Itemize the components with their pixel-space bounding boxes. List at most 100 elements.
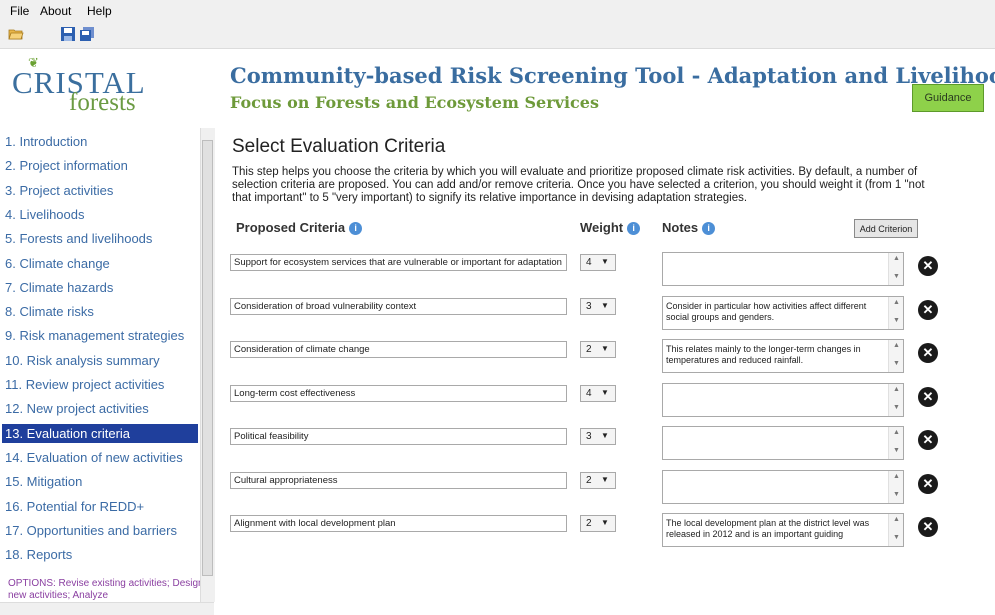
app-header: ❦ CRISTAL forests Community-based Risk S… [0, 49, 995, 119]
sidebar-item[interactable]: 8. Climate risks [2, 302, 198, 321]
sidebar-item[interactable]: 16. Potential for REDD+ [2, 497, 198, 516]
notes-text: Consider in particular how activities af… [666, 300, 867, 322]
sidebar-item[interactable]: 5. Forests and livelihoods [2, 229, 198, 248]
notes-textarea[interactable]: Consider in particular how activities af… [662, 295, 904, 330]
toolbar [0, 22, 995, 49]
criterion-input[interactable]: Long-term cost effectiveness [230, 384, 567, 402]
sidebar-item[interactable]: 4. Livelihoods [2, 205, 198, 224]
notes-textarea[interactable]: ▲ ▼ [662, 469, 904, 504]
weight-label: Weight [580, 220, 624, 235]
scroll-down-icon[interactable]: ▼ [893, 273, 900, 280]
weight-value: 3 [586, 300, 592, 312]
sidebar-horizontal-scrollbar[interactable] [0, 602, 214, 615]
menu-about[interactable]: About [40, 4, 71, 18]
sidebar-item[interactable]: 6. Climate change [2, 254, 198, 273]
sidebar-item[interactable]: 3. Project activities [2, 181, 198, 200]
sidebar-item[interactable]: 9. Risk management strategies [2, 326, 198, 345]
notes-textarea[interactable]: ▲ ▼ [662, 382, 904, 417]
notes-scrollbar[interactable]: ▲ ▼ [888, 340, 903, 372]
weight-select[interactable]: 2 ▼ [580, 515, 616, 532]
criterion-input[interactable]: Alignment with local development plan [230, 515, 567, 532]
dropdown-arrow-icon: ▼ [601, 344, 609, 353]
info-icon[interactable]: i [702, 222, 716, 236]
notes-textarea[interactable]: The local development plan at the distri… [662, 513, 904, 547]
sidebar-item[interactable]: 17. Opportunities and barriers [2, 521, 198, 540]
notes-textarea[interactable]: ▲ ▼ [662, 252, 904, 286]
save-all-icon[interactable] [79, 26, 95, 42]
sidebar-item[interactable]: 11. Review project activities [2, 375, 198, 394]
weight-select[interactable]: 3 ▼ [580, 428, 616, 445]
dropdown-arrow-icon: ▼ [601, 474, 609, 484]
sidebar-item[interactable]: 7. Climate hazards [2, 278, 198, 297]
scroll-down-icon[interactable]: ▼ [893, 534, 900, 541]
scroll-up-icon[interactable]: ▲ [893, 516, 900, 523]
add-criterion-button[interactable]: Add Criterion [854, 219, 918, 238]
scroll-up-icon[interactable]: ▲ [893, 429, 900, 436]
folder-open-icon[interactable] [8, 26, 24, 42]
sidebar-item[interactable]: 15. Mitigation [2, 472, 198, 491]
criterion-input[interactable]: Support for ecosystem services that are … [230, 254, 567, 271]
notes-scrollbar[interactable]: ▲ ▼ [888, 253, 903, 285]
remove-criterion-icon[interactable]: ✕ [918, 386, 938, 407]
weight-select[interactable]: 2 ▼ [580, 471, 616, 489]
remove-criterion-icon[interactable]: ✕ [918, 299, 938, 320]
info-icon[interactable]: i [627, 222, 641, 236]
notes-scrollbar[interactable]: ▲ ▼ [888, 427, 903, 459]
scroll-down-icon[interactable]: ▼ [893, 491, 900, 498]
scroll-down-icon[interactable]: ▼ [893, 404, 900, 411]
notes-textarea[interactable]: This relates mainly to the longer-term c… [662, 339, 904, 373]
options-text: OPTIONS: Revise existing activities; Des… [8, 578, 204, 601]
sidebar-vertical-scrollbar[interactable] [200, 128, 215, 602]
sidebar-item[interactable]: 14. Evaluation of new activities [2, 448, 198, 467]
remove-criterion-icon[interactable]: ✕ [918, 256, 938, 276]
sidebar-item[interactable]: 2. Project information [2, 156, 198, 175]
remove-criterion-icon[interactable]: ✕ [918, 517, 938, 537]
proposed-criteria-header: Proposed Criteria i [236, 220, 363, 236]
info-icon[interactable]: i [349, 222, 363, 236]
remove-criterion-icon[interactable]: ✕ [918, 473, 938, 494]
criterion-input[interactable]: Consideration of climate change [230, 341, 567, 358]
sidebar-item[interactable]: 12. New project activities [2, 399, 198, 418]
scroll-up-icon[interactable]: ▲ [893, 255, 900, 262]
page-title: Select Evaluation Criteria [232, 136, 446, 157]
criterion-row: Consideration of climate change 2 ▼ This re… [230, 339, 990, 377]
notes-scrollbar[interactable]: ▲ ▼ [888, 514, 903, 546]
weight-header: Weight i [580, 220, 641, 236]
weight-value: 2 [586, 474, 592, 486]
guidance-button[interactable]: Guidance [912, 84, 984, 112]
save-icon[interactable] [60, 26, 76, 42]
scroll-down-icon[interactable]: ▼ [893, 360, 900, 367]
weight-select[interactable]: 4 ▼ [580, 384, 616, 402]
weight-select[interactable]: 3 ▼ [580, 297, 616, 315]
remove-criterion-icon[interactable]: ✕ [918, 430, 938, 450]
sidebar-item[interactable]: 10. Risk analysis summary [2, 351, 198, 370]
notes-scrollbar[interactable]: ▲ ▼ [888, 296, 903, 329]
sidebar-item[interactable]: 13. Evaluation criteria [2, 423, 198, 443]
scroll-up-icon[interactable]: ▲ [893, 473, 900, 480]
scroll-up-icon[interactable]: ▲ [893, 299, 900, 306]
criterion-input[interactable]: Consideration of broad vulnerability con… [230, 297, 567, 315]
menu-file[interactable]: File [10, 4, 29, 18]
weight-select[interactable]: 2 ▼ [580, 341, 616, 358]
menu-help[interactable]: Help [87, 4, 112, 18]
sidebar-item[interactable]: 1. Introduction [2, 132, 198, 151]
criterion-row: Consideration of broad vulnerability con… [230, 295, 990, 334]
weight-select[interactable]: 4 ▼ [580, 254, 616, 271]
notes-scrollbar[interactable]: ▲ ▼ [888, 383, 903, 416]
criterion-input[interactable]: Political feasibility [230, 428, 567, 445]
app-title: Community-based Risk Screening Tool - Ad… [230, 63, 995, 88]
scroll-down-icon[interactable]: ▼ [893, 447, 900, 454]
remove-criterion-icon[interactable]: ✕ [918, 343, 938, 363]
dropdown-arrow-icon: ▼ [601, 300, 609, 310]
scroll-up-icon[interactable]: ▲ [893, 342, 900, 349]
criterion-row: Cultural appropriateness 2 ▼ ▲ ▼ ✕ [230, 469, 990, 508]
sidebar-item[interactable]: 18. Reports [2, 545, 198, 564]
scroll-down-icon[interactable]: ▼ [893, 317, 900, 324]
dropdown-arrow-icon: ▼ [601, 431, 609, 440]
scroll-up-icon[interactable]: ▲ [893, 386, 900, 393]
app-subtitle: Focus on Forests and Ecosystem Services [230, 93, 599, 112]
notes-textarea[interactable]: ▲ ▼ [662, 426, 904, 460]
notes-scrollbar[interactable]: ▲ ▼ [888, 470, 903, 503]
criterion-input[interactable]: Cultural appropriateness [230, 471, 567, 489]
scrollbar-thumb[interactable] [202, 140, 213, 576]
